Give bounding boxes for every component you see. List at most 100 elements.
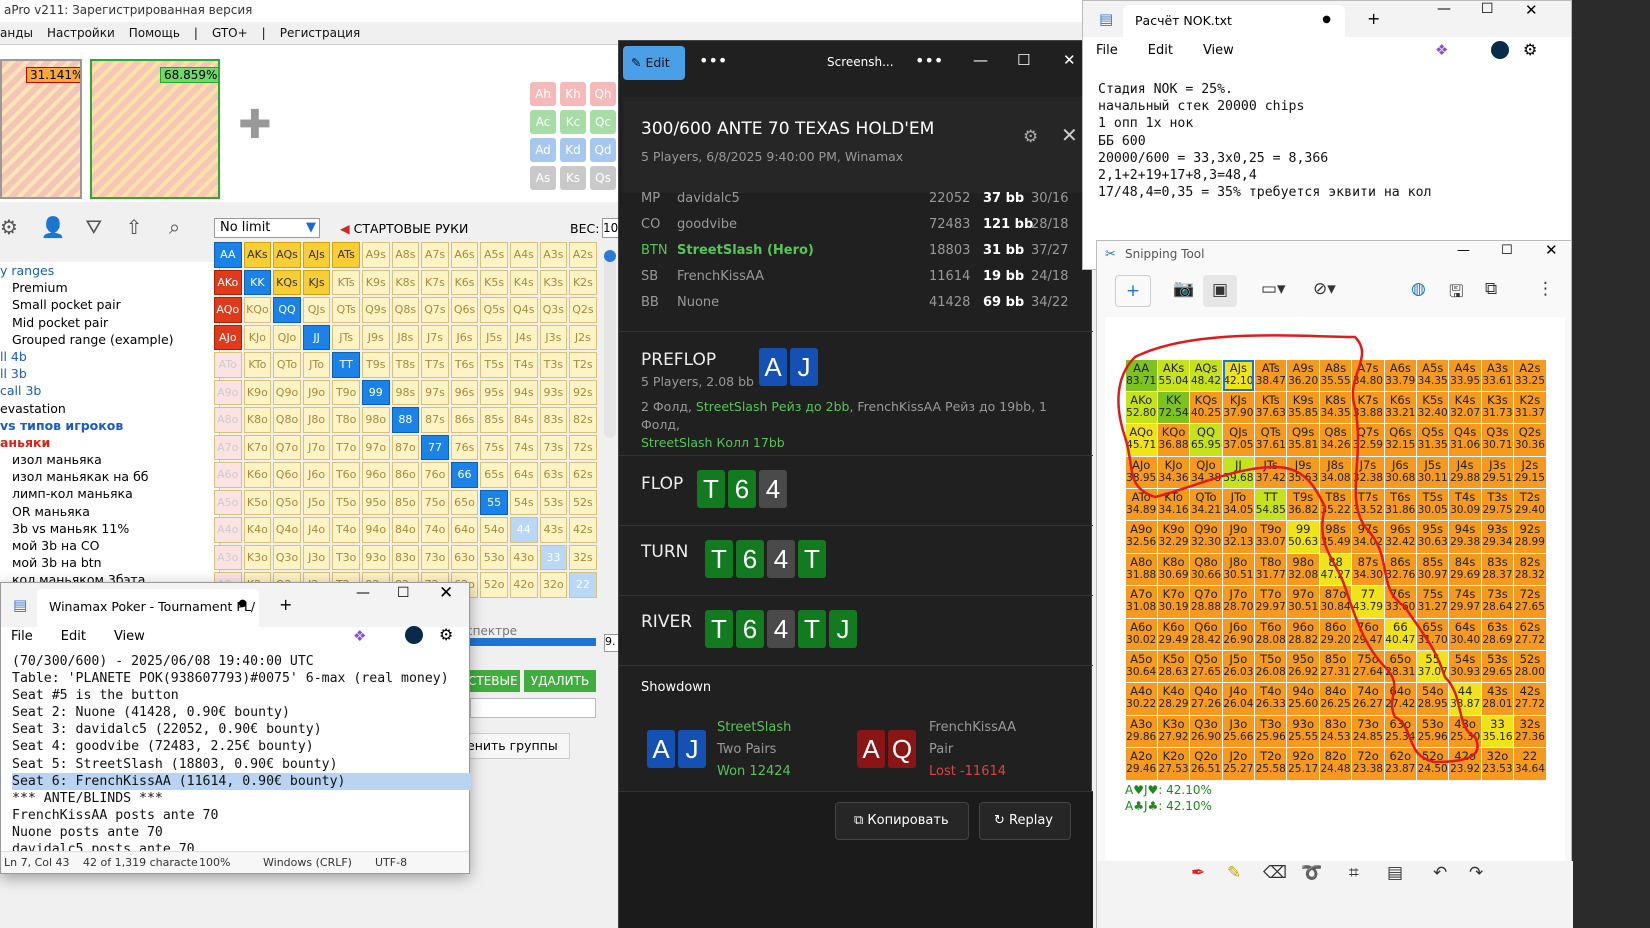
range-cell[interactable]: 76s <box>450 434 479 460</box>
range-cell[interactable]: 64s <box>509 462 538 488</box>
range-cell[interactable]: A8s <box>391 242 420 268</box>
range-cell[interactable]: 97o <box>361 434 390 460</box>
range-cell[interactable]: T3o <box>332 544 360 570</box>
range-cell[interactable]: 74o <box>421 517 449 543</box>
range-cell[interactable]: 72s <box>569 434 597 460</box>
range-cell[interactable]: A9s <box>361 242 390 268</box>
range-cell[interactable]: Q8s <box>391 297 420 323</box>
range-cell[interactable]: A5s <box>480 242 508 268</box>
range-cell[interactable]: TT <box>332 352 360 378</box>
range-cell[interactable]: 52s <box>569 489 597 515</box>
range-cell[interactable]: AKo <box>214 269 242 295</box>
range-cell[interactable]: J2s <box>569 324 597 350</box>
range-cell[interactable]: Q2s <box>569 297 597 323</box>
tree-item[interactable]: vs типов игроков <box>0 417 219 434</box>
suit-card-button[interactable]: Kh <box>560 82 586 106</box>
copy-button[interactable]: ⧉ Копировать <box>835 802 969 840</box>
range-cell[interactable]: 93o <box>361 544 390 570</box>
range-cell[interactable]: A7s <box>421 242 449 268</box>
range-cell[interactable]: 92s <box>569 379 597 405</box>
maximize-icon[interactable]: ☐ <box>1017 51 1030 69</box>
range-cell[interactable]: J7s <box>421 324 449 350</box>
range-cell[interactable]: 84o <box>391 517 420 543</box>
range-cell[interactable]: 73s <box>539 434 568 460</box>
notepad-tab[interactable]: Расчёт NOK.txt ● <box>1123 5 1345 37</box>
range-cell[interactable]: 98o <box>361 407 390 433</box>
range-cell[interactable]: 94s <box>509 379 538 405</box>
range-thumb-2[interactable]: 68.859% <box>90 59 220 199</box>
range-cell[interactable]: 63o <box>450 544 479 570</box>
suit-card-button[interactable]: Ad <box>530 138 556 162</box>
group-name-input[interactable] <box>470 698 596 718</box>
minimize-icon[interactable]: — <box>1457 243 1470 258</box>
unsaved-dot-icon[interactable]: ● <box>238 598 247 609</box>
suit-card-button[interactable]: Ah <box>530 82 556 106</box>
range-cell[interactable]: K4o <box>243 517 272 543</box>
tree-item[interactable]: мой 3b на btn <box>0 554 219 571</box>
maximize-icon[interactable]: ☐ <box>397 585 410 601</box>
new-tab-icon[interactable]: + <box>1367 9 1380 28</box>
range-cell[interactable]: T5s <box>480 352 508 378</box>
range-thumb-1[interactable]: 31.141% <box>0 59 82 199</box>
lasso-icon[interactable]: ➰ <box>1301 863 1322 883</box>
range-cell[interactable]: Q9o <box>273 379 301 405</box>
search-icon[interactable]: ⌕ <box>157 215 191 239</box>
tree-item[interactable]: Small pocket pair <box>0 296 219 313</box>
minimize-icon[interactable]: — <box>356 585 370 601</box>
range-cell[interactable]: J6s <box>450 324 479 350</box>
menu-item-register[interactable]: Регистрация <box>280 26 360 40</box>
suit-card-button[interactable]: Kd <box>560 138 586 162</box>
tree-item[interactable]: OR маньяка <box>0 503 219 520</box>
video-icon[interactable]: ▣ <box>1203 275 1237 307</box>
range-cell[interactable]: 87s <box>421 407 449 433</box>
notepad-tab[interactable]: Winamax Poker - Tournament PL/● <box>37 589 259 627</box>
range-cell[interactable]: 93s <box>539 379 568 405</box>
range-cell[interactable]: T9o <box>332 379 360 405</box>
range-cell[interactable]: AKs <box>243 242 272 268</box>
close-icon[interactable]: ✕ <box>1061 123 1078 147</box>
range-cell[interactable]: JTs <box>332 324 360 350</box>
gear-icon[interactable]: ⚙ <box>439 625 453 644</box>
range-cell[interactable]: 54s <box>509 489 538 515</box>
new-tab-icon[interactable]: + <box>279 595 292 614</box>
range-cell[interactable]: A5o <box>214 489 242 515</box>
range-cell[interactable]: 77 <box>421 434 449 460</box>
range-cell[interactable]: Q6o <box>273 462 301 488</box>
range-cell[interactable]: QJo <box>273 324 301 350</box>
tree-item[interactable]: Grouped range (example) <box>0 331 219 348</box>
tree-item[interactable]: лимп-кол маньяка <box>0 485 219 502</box>
range-cell[interactable]: 75s <box>480 434 508 460</box>
range-cell[interactable]: AQo <box>214 297 242 323</box>
range-cell[interactable]: T5o <box>332 489 360 515</box>
range-cell[interactable]: KQs <box>273 269 301 295</box>
range-cell[interactable]: Q3s <box>539 297 568 323</box>
suit-card-button[interactable]: Kc <box>560 110 586 134</box>
range-cell[interactable]: 42o <box>509 572 538 598</box>
snip-mode-icon[interactable]: ▭▾ <box>1261 279 1286 299</box>
tree-item[interactable]: кол маньяком 3бэта <box>0 571 219 582</box>
range-cell[interactable]: 98s <box>391 379 420 405</box>
delay-icon[interactable]: ⊘▾ <box>1313 279 1336 299</box>
range-cell[interactable]: 44 <box>509 517 538 543</box>
avatar[interactable] <box>1491 41 1509 59</box>
range-cell[interactable]: J9s <box>361 324 390 350</box>
range-cell[interactable]: 97s <box>421 379 449 405</box>
highlighter-icon[interactable]: ✎ <box>1227 863 1241 883</box>
close-icon[interactable]: ✕ <box>439 583 453 603</box>
scroll-thumb[interactable] <box>604 250 616 262</box>
range-cell[interactable]: T8s <box>391 352 420 378</box>
notepad-text[interactable]: Стадия NOK = 25%. начальный стек 20000 ch… <box>1098 81 1431 201</box>
range-cell[interactable]: A3s <box>539 242 568 268</box>
range-cell[interactable]: 83s <box>539 407 568 433</box>
range-cell[interactable]: T6s <box>450 352 479 378</box>
tree-item[interactable]: ll 3b <box>0 365 219 382</box>
range-cell[interactable]: Q3o <box>273 544 301 570</box>
range-cell[interactable]: 65o <box>450 489 479 515</box>
range-cell[interactable]: Q9s <box>361 297 390 323</box>
range-cell[interactable]: 75o <box>421 489 449 515</box>
range-cell[interactable]: T3s <box>539 352 568 378</box>
close-icon[interactable]: ✕ <box>1545 241 1558 259</box>
range-cell[interactable]: 99 <box>361 379 390 405</box>
range-cell[interactable]: 95o <box>361 489 390 515</box>
range-cell[interactable]: 52o <box>480 572 508 598</box>
